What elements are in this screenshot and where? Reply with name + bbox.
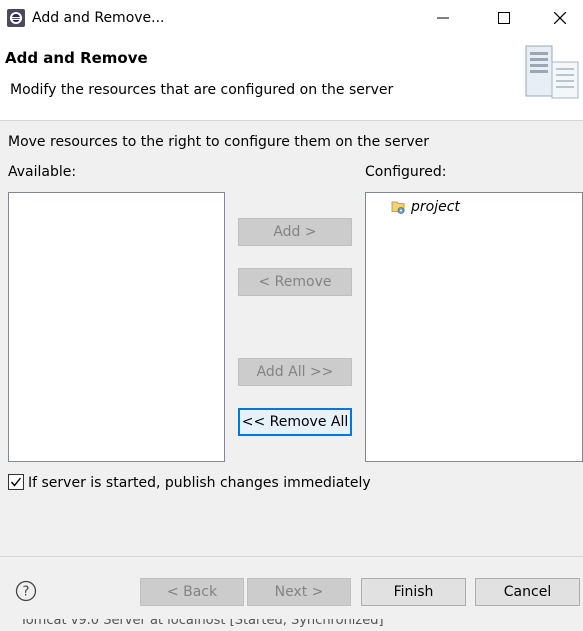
publish-checkbox-label: If server is started, publish changes im… (28, 475, 371, 491)
maximize-icon (498, 12, 510, 24)
add-button[interactable]: Add > (238, 218, 352, 246)
finish-button[interactable]: Finish (361, 578, 466, 606)
footer-divider (0, 556, 583, 557)
remove-button[interactable]: < Remove (238, 268, 352, 296)
wizard-header: Add and Remove Modify the resources that… (0, 36, 583, 121)
publish-checkbox[interactable] (8, 474, 24, 490)
title-bar: Add and Remove... (0, 0, 583, 36)
configured-list[interactable]: project (365, 192, 583, 462)
project-label: project (411, 199, 460, 215)
background-window-strip: Tomcat v9.0 Server at localhost [Started… (0, 619, 583, 631)
instructions-text: Move resources to the right to configure… (8, 134, 429, 150)
eclipse-app-icon (7, 9, 25, 27)
page-title: Add and Remove (5, 49, 148, 67)
minimize-icon (437, 17, 449, 19)
configured-label: Configured: (365, 164, 447, 180)
window-title: Add and Remove... (32, 10, 165, 26)
background-server-text: Tomcat v9.0 Server at localhost [Started… (20, 619, 384, 628)
close-button[interactable] (537, 0, 583, 36)
available-list[interactable] (8, 192, 225, 462)
project-icon (391, 201, 405, 214)
cancel-button[interactable]: Cancel (475, 578, 580, 606)
next-button[interactable]: Next > (247, 578, 351, 606)
minimize-button[interactable] (420, 0, 466, 36)
remove-all-button[interactable]: << Remove All (238, 408, 352, 436)
checkmark-icon (10, 477, 22, 487)
close-icon (554, 12, 566, 24)
back-button[interactable]: < Back (140, 578, 244, 606)
server-wizard-icon (525, 45, 579, 99)
maximize-button[interactable] (481, 0, 527, 36)
help-icon[interactable]: ? (15, 580, 37, 602)
available-label: Available: (8, 164, 77, 180)
svg-text:?: ? (23, 585, 30, 600)
add-all-button[interactable]: Add All >> (238, 358, 352, 386)
page-description: Modify the resources that are configured… (10, 82, 394, 98)
